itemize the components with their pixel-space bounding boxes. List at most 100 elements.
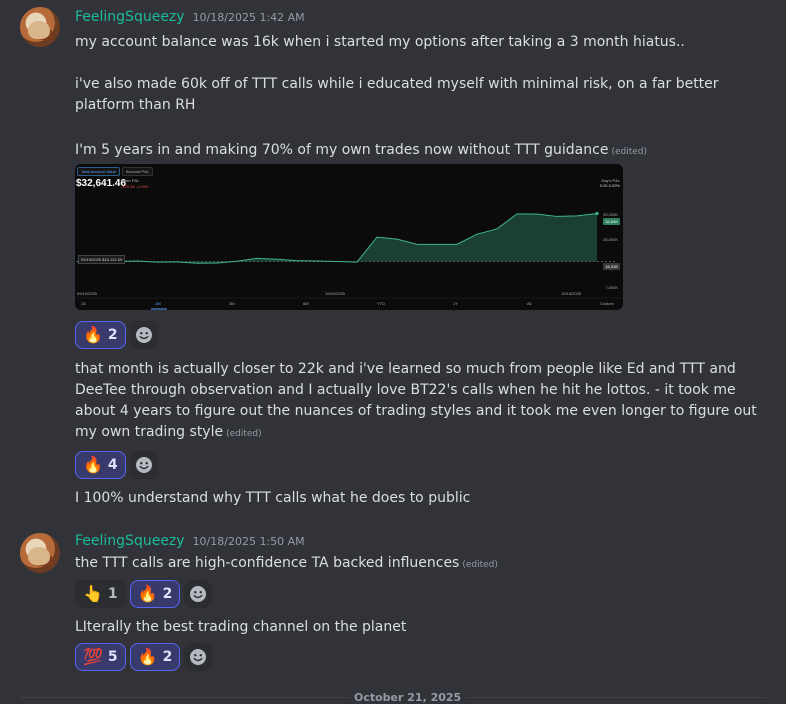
add-reaction-button[interactable] [129, 451, 158, 479]
data-point [396, 238, 398, 240]
edited-label: (edited) [611, 147, 648, 157]
username[interactable]: FeelingSqueezy [75, 533, 185, 549]
message-text: that month is actually closer to 22k and… [75, 359, 765, 445]
timestamp: 10/18/2025 1:42 AM [192, 11, 305, 24]
x-date-label: 10/04/2025 [325, 291, 346, 296]
fire-icon: 🔥 [137, 647, 158, 666]
message-text-content: I'm 5 years in and making 70% of my own … [75, 142, 609, 158]
baseline-value: $16,124.59 [102, 257, 123, 262]
message-text: the TTT calls are high-confidence TA bac… [75, 553, 765, 576]
smiley-icon [190, 586, 207, 602]
reaction-count: 1 [107, 586, 118, 602]
add-reaction-button[interactable] [184, 643, 213, 671]
data-point [356, 261, 358, 263]
range-3m[interactable]: 3M [229, 301, 235, 306]
range-1m[interactable]: 1M [155, 301, 161, 306]
message-text: I'm 5 years in and making 70% of my own … [75, 140, 765, 163]
x-date-label: 09/19/2025 [77, 291, 98, 296]
data-point [576, 215, 578, 217]
data-point [595, 211, 599, 216]
reaction-bar: 👆 1 🔥 2 [75, 580, 213, 608]
baseline-label: 09/19/2025 [81, 257, 102, 262]
message-header: FeelingSqueezy 10/18/2025 1:50 AM [75, 533, 305, 553]
y-tick: 28,000K [603, 237, 618, 242]
date-divider-label: October 21, 2025 [350, 691, 466, 704]
data-point [216, 262, 218, 264]
message-text: i've also made 60k off of TTT calls whil… [75, 76, 719, 113]
smiley-icon [190, 649, 207, 665]
date-divider: October 21, 2025 [0, 691, 786, 704]
data-point [336, 261, 338, 262]
message-text: LIterally the best trading channel on th… [75, 619, 407, 635]
message-text: my account balance was 16k when i starte… [75, 34, 685, 50]
data-point [456, 244, 458, 245]
reaction-fire[interactable]: 🔥 4 [75, 451, 126, 479]
y-current-tag: 32,64K [603, 218, 620, 225]
data-point [316, 260, 318, 262]
reaction-count: 5 [107, 649, 118, 665]
reaction-count: 2 [162, 586, 173, 602]
fire-icon: 🔥 [83, 325, 103, 344]
data-point [136, 260, 138, 262]
hundred-points-icon: 💯 [83, 647, 103, 666]
smiley-icon [135, 327, 152, 343]
avatar[interactable] [20, 533, 60, 573]
reaction-hundred[interactable]: 💯 5 [75, 643, 126, 671]
reaction-fire[interactable]: 🔥 2 [129, 643, 181, 671]
baseline-tag: 09/19/2025 $16,124.59 [78, 255, 126, 264]
range-custom[interactable]: Custom [600, 301, 614, 306]
data-point [556, 216, 558, 217]
data-point [516, 213, 518, 215]
smiley-icon [135, 457, 152, 473]
avatar[interactable] [20, 7, 60, 47]
data-point [376, 236, 378, 238]
reaction-count: 2 [107, 327, 118, 343]
username[interactable]: FeelingSqueezy [75, 9, 185, 25]
edited-label: (edited) [226, 429, 262, 439]
data-point [256, 258, 258, 259]
edited-label: (edited) [462, 560, 498, 570]
add-reaction-button[interactable] [129, 321, 158, 349]
fire-icon: 🔥 [83, 455, 103, 474]
timestamp: 10/18/2025 1:50 AM [192, 535, 305, 548]
chart-plot [75, 211, 623, 310]
range-ytd[interactable]: YTD [377, 301, 385, 306]
data-point [416, 244, 418, 245]
chart-image-attachment[interactable]: Total Account Value Account P&L $32,641.… [75, 164, 623, 310]
reaction-fire[interactable]: 🔥 2 [129, 580, 181, 608]
y-tick: 7,000K [605, 285, 618, 290]
data-point [236, 260, 238, 262]
range-1y[interactable]: 1Y [453, 301, 458, 306]
data-point [156, 261, 158, 263]
fire-icon: 🔥 [137, 584, 158, 603]
reaction-bar: 🔥 2 [75, 321, 158, 349]
y-baseline-tag: 16,31K [603, 263, 620, 270]
data-point [276, 258, 278, 260]
reaction-count: 2 [162, 649, 173, 665]
data-point [196, 262, 198, 264]
data-point [536, 213, 538, 215]
reaction-bar: 🔥 4 [75, 451, 158, 479]
time-range-bar: 1D 1M 3M 6M YTD 1Y All Custom [75, 301, 623, 309]
add-reaction-button[interactable] [184, 580, 213, 608]
range-all[interactable]: All [527, 301, 531, 306]
point-up-icon: 👆 [83, 584, 103, 603]
message-text-content: the TTT calls are high-confidence TA bac… [75, 555, 460, 571]
reaction-count: 4 [107, 457, 118, 473]
reaction-point-up[interactable]: 👆 1 [75, 580, 126, 608]
data-point [436, 244, 438, 245]
message-header: FeelingSqueezy 10/18/2025 1:42 AM [75, 9, 305, 29]
reaction-fire[interactable]: 🔥 2 [75, 321, 126, 349]
reaction-bar: 💯 5 🔥 2 [75, 643, 213, 671]
data-point [476, 233, 478, 235]
data-point [176, 261, 178, 263]
range-1d[interactable]: 1D [81, 301, 86, 306]
data-point [496, 228, 498, 230]
message-text: I 100% understand why TTT calls what he … [75, 490, 471, 506]
data-point [296, 260, 298, 261]
x-date-label: 10/18/2025 [561, 291, 582, 296]
y-tick: 35,200K [603, 212, 618, 217]
series-area [77, 213, 597, 264]
message-text-content: that month is actually closer to 22k and… [75, 361, 757, 440]
range-6m[interactable]: 6M [303, 301, 309, 306]
